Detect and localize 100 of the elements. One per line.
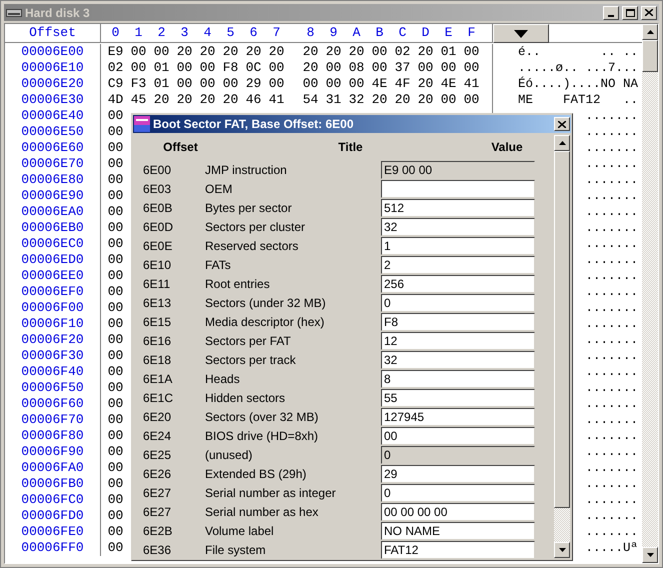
value-field[interactable]: 29: [381, 464, 535, 482]
offset-cell-text: 00006E10: [21, 59, 84, 78]
minimize-icon: [608, 14, 614, 16]
maximize-button[interactable]: [622, 6, 638, 20]
maximize-icon: [626, 8, 634, 16]
value-field[interactable]: 0: [381, 484, 535, 502]
value-field[interactable]: NO NAME: [381, 522, 535, 540]
hex-bytes: 00: [106, 267, 124, 286]
value-field[interactable]: [381, 180, 535, 198]
scroll-thumb[interactable]: [554, 151, 570, 508]
column-header: 6: [248, 24, 258, 42]
value-field[interactable]: F8: [381, 312, 535, 330]
offset-cell-text: 00006E00: [21, 43, 84, 62]
scroll-up-button[interactable]: [554, 135, 570, 151]
hex-bytes: 00: [106, 331, 124, 350]
hex-bytes: 00: [106, 475, 124, 494]
field-title: Extended BS (29h): [205, 466, 308, 482]
close-button[interactable]: [641, 6, 657, 20]
close-icon: [645, 9, 653, 16]
ascii-text: .......: [585, 348, 638, 365]
field-offset: 6E13: [142, 294, 172, 312]
ascii-text: .......: [585, 236, 638, 253]
offset-cell-text: 00006E60: [21, 139, 84, 158]
offset-cell-text: 00006F10: [21, 315, 84, 334]
ascii-text: .......: [585, 444, 638, 461]
column-header: Title: [337, 138, 364, 156]
field-offset: 6E2B: [142, 522, 174, 540]
offset-cell-text: 00006EC0: [21, 235, 84, 254]
offset-cell-text: 00006EF0: [21, 283, 84, 302]
offset-cell-text: 00006E30: [21, 91, 84, 110]
hex-bytes: 00: [106, 315, 124, 334]
hex-bytes: 00: [106, 379, 124, 398]
offset-cell-text: 00006E70: [21, 155, 84, 174]
value-field[interactable]: E9 00 00: [381, 160, 535, 178]
dialog-scrollbar[interactable]: [554, 135, 570, 558]
value-field[interactable]: 00: [381, 426, 535, 444]
hex-bytes: 00: [106, 235, 124, 254]
value-field[interactable]: 32: [381, 350, 535, 368]
dropdown-button[interactable]: [493, 24, 549, 43]
close-icon: [558, 120, 566, 128]
value-field[interactable]: 0: [381, 294, 535, 312]
column-header: B: [374, 24, 384, 42]
offset-cell-text: 00006F40: [21, 363, 84, 382]
hex-bytes: 00: [106, 107, 124, 126]
offset-cell-text: 00006EE0: [21, 267, 84, 286]
scroll-down-button[interactable]: [554, 542, 570, 558]
value-field[interactable]: 0: [381, 446, 535, 464]
ascii-text: .......: [585, 108, 638, 125]
scroll-thumb[interactable]: [642, 40, 658, 72]
field-title: Hidden sectors: [205, 390, 286, 406]
column-header: C: [398, 24, 408, 42]
field-offset: 6E03: [142, 180, 172, 198]
ascii-text: .......: [585, 124, 638, 141]
value-field[interactable]: FAT12: [381, 540, 535, 558]
app-icon: [134, 116, 150, 132]
field-title: Reserved sectors: [205, 238, 300, 254]
hex-bytes: 4D 45 20 20 20 20 46 41 54 31 32 20 20 20 00 00: [106, 91, 480, 110]
field-title: Volume label: [205, 522, 275, 540]
ascii-text: .......: [585, 268, 638, 285]
column-header: 3: [180, 24, 190, 42]
value-field[interactable]: 1: [381, 236, 535, 254]
column-header: 2: [156, 24, 166, 42]
dialog-close-button[interactable]: [554, 117, 570, 131]
value-field[interactable]: 55: [381, 388, 535, 406]
field-offset: 6E18: [142, 352, 172, 368]
value-field[interactable]: 00 00 00 00: [381, 502, 535, 520]
column-header: Offset: [162, 138, 199, 156]
field-title: Sectors per track: [205, 352, 297, 368]
ascii-text: .......: [585, 252, 638, 269]
value-field[interactable]: 32: [381, 218, 535, 236]
scrollbar[interactable]: [642, 24, 658, 563]
hex-bytes: 00: [106, 171, 124, 190]
value-field[interactable]: 12: [381, 332, 535, 350]
offset-cell-text: 00006FD0: [21, 507, 84, 526]
field-title: Sectors (under 32 MB): [205, 294, 327, 312]
scroll-down-button[interactable]: [642, 547, 658, 563]
field-title: Sectors per FAT: [205, 332, 292, 350]
ascii-text: .......: [585, 204, 638, 221]
hex-bytes: 00: [106, 251, 124, 270]
value-field[interactable]: 512: [381, 198, 535, 216]
column-header: 9: [328, 24, 338, 42]
minimize-button[interactable]: [603, 6, 619, 20]
value-field[interactable]: 8: [381, 370, 535, 388]
value-field[interactable]: 127945: [381, 408, 535, 426]
offset-cell-text: 00006F70: [21, 411, 84, 430]
field-title: FATs: [205, 256, 232, 274]
offset-cell-text: 00006FB0: [21, 475, 84, 494]
down-arrow-icon: [646, 553, 654, 557]
field-title: (unused): [205, 446, 254, 464]
ascii-text: .......: [585, 476, 638, 493]
field-offset: 6E25: [142, 446, 172, 464]
ascii-text: .......: [585, 412, 638, 429]
hex-bytes: 00: [106, 523, 124, 542]
value-field[interactable]: 2: [381, 256, 535, 274]
field-title: Serial number as hex: [205, 504, 320, 520]
scroll-up-button[interactable]: [642, 24, 658, 40]
value-field[interactable]: 256: [381, 274, 535, 292]
column-header: D: [420, 24, 430, 42]
ascii-text: .......: [585, 172, 638, 189]
hex-bytes: C9 F3 01 00 00 00 29 00 00 00 00 4E 4F 20 4E 41: [106, 75, 480, 94]
